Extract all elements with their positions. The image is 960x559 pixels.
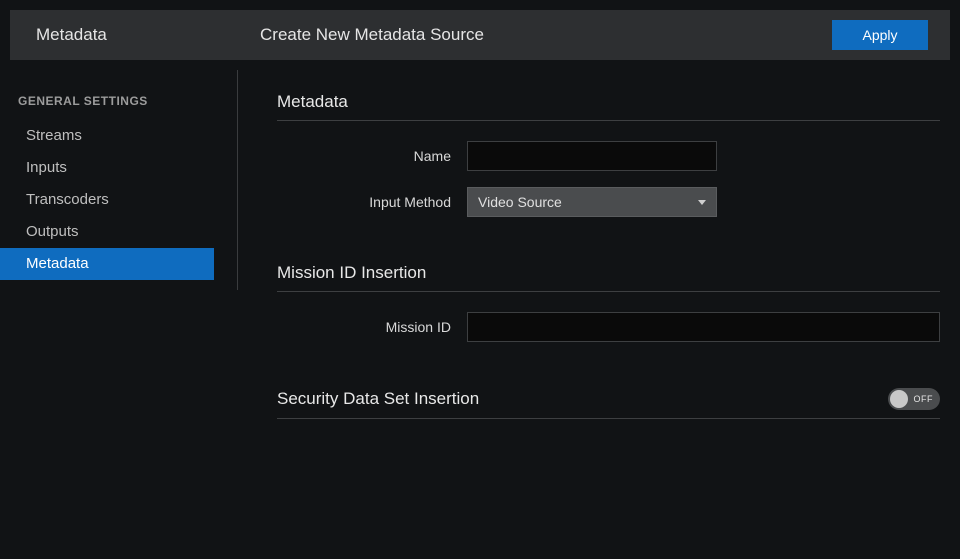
- sidebar-item-streams[interactable]: Streams: [0, 120, 214, 152]
- sidebar-heading: GENERAL SETTINGS: [0, 90, 237, 120]
- name-input[interactable]: [467, 141, 717, 171]
- name-label: Name: [277, 148, 467, 164]
- sidebar-item-transcoders[interactable]: Transcoders: [0, 184, 214, 216]
- input-method-select[interactable]: Video Source: [467, 187, 717, 217]
- page-subtitle: Create New Metadata Source: [260, 25, 832, 45]
- page-title: Metadata: [10, 25, 260, 45]
- security-toggle[interactable]: OFF: [888, 388, 940, 410]
- input-method-label: Input Method: [277, 194, 467, 210]
- header-bar: Metadata Create New Metadata Source Appl…: [10, 10, 950, 60]
- mission-id-input[interactable]: [467, 312, 940, 342]
- sidebar-item-inputs[interactable]: Inputs: [0, 152, 214, 184]
- sidebar-item-metadata[interactable]: Metadata: [0, 248, 214, 280]
- divider: [277, 120, 940, 121]
- mission-id-label: Mission ID: [277, 319, 467, 335]
- toggle-knob-icon: [890, 390, 908, 408]
- toggle-state-label: OFF: [914, 394, 934, 404]
- divider: [277, 291, 940, 292]
- input-method-value: Video Source: [478, 194, 562, 210]
- sidebar-item-outputs[interactable]: Outputs: [0, 216, 214, 248]
- sidebar: GENERAL SETTINGS Streams Inputs Transcod…: [0, 70, 237, 559]
- apply-button[interactable]: Apply: [832, 20, 928, 50]
- section-title-metadata: Metadata: [277, 92, 940, 112]
- chevron-down-icon: [698, 200, 706, 205]
- main-panel: Metadata Name Input Method Video Source …: [237, 70, 960, 559]
- divider: [277, 418, 940, 419]
- section-title-mission: Mission ID Insertion: [277, 263, 940, 283]
- section-title-security: Security Data Set Insertion: [277, 389, 479, 409]
